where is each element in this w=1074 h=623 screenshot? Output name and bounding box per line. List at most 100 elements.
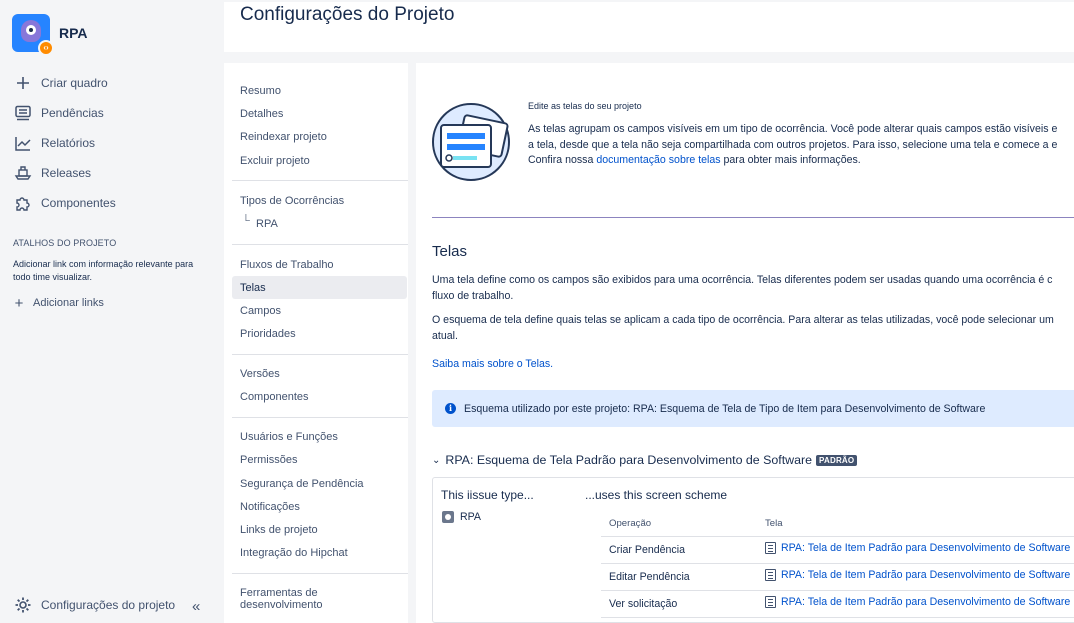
paragraph-line: O esquema de tela define quais telas se … [432, 314, 1054, 326]
screen-link-label: RPA: Tela de Item Padrão para Desenvolvi… [781, 596, 1071, 608]
nav-divider [232, 180, 408, 181]
gear-icon [15, 597, 31, 613]
table-header-row: Operação Tela [601, 511, 1074, 536]
settings-link-campos[interactable]: Campos [240, 305, 281, 317]
screen-link[interactable]: RPA: Tela de Item Padrão para Desenvolvi… [765, 569, 1070, 581]
collapse-sidebar-button[interactable]: « [192, 598, 201, 615]
sidebar-item-label: Criar quadro [41, 76, 108, 90]
plus-icon: + [14, 294, 24, 312]
sidebar-item-label: Componentes [41, 196, 116, 210]
top-border [224, 0, 1074, 2]
screen-scheme-column-title: ...uses this screen scheme [585, 488, 728, 502]
intro-text-suffix: para obter mais informações. [720, 154, 861, 166]
screen-icon [765, 569, 776, 581]
backlog-icon [12, 104, 34, 122]
sidebar-item-releases[interactable]: Releases [12, 158, 212, 188]
screen-link-label: RPA: Tela de Item Padrão para Desenvolvi… [781, 569, 1071, 581]
intro-text: As telas agrupam os campos visíveis em u… [528, 122, 1074, 169]
sidebar-item-relatorios[interactable]: Relatórios [12, 128, 212, 158]
settings-link-componentes[interactable]: Componentes [240, 391, 309, 403]
operation-cell: Criar Pendência [601, 536, 757, 564]
settings-link-hipchat[interactable]: Integração do Hipchat [240, 547, 348, 559]
settings-link-links-projeto[interactable]: Links de projeto [240, 524, 318, 536]
code-badge-icon: ‹› [38, 40, 54, 56]
nav-divider [232, 244, 408, 245]
paragraph-line: Uma tela define como os campos são exibi… [432, 274, 1053, 286]
table-row: Ver solicitação RPA: Tela de Item Padrão… [601, 590, 1074, 618]
issue-type-label: RPA [460, 511, 481, 523]
settings-link-permissoes[interactable]: Permissões [240, 454, 297, 466]
issue-type-item: RPA [442, 511, 481, 523]
intro-line: a tela, desde que a tela não seja compar… [528, 138, 1058, 151]
settings-link-notificacoes[interactable]: Notificações [240, 501, 300, 513]
settings-link-versoes[interactable]: Versões [240, 368, 280, 380]
project-avatar: ‹› [12, 14, 54, 56]
intro-line: As telas agrupam os campos visíveis em u… [528, 123, 1058, 135]
intro-text-prefix: Confira nossa [528, 154, 597, 166]
screen-cell: RPA: Tela de Item Padrão para Desenvolvi… [757, 563, 1074, 591]
settings-link-reindexar[interactable]: Reindexar projeto [240, 131, 327, 143]
reports-icon [12, 134, 34, 152]
scheme-header: ⌄ RPA: Esquema de Tela Padrão para Desen… [432, 453, 858, 467]
settings-link-ferramentas[interactable]: Ferramentas de desenvolvimento [240, 587, 350, 611]
sidebar-item-label: Relatórios [41, 136, 96, 150]
section-divider [432, 217, 1074, 218]
sidebar-item-criar-quadro[interactable]: Criar quadro [12, 68, 212, 98]
project-settings-link[interactable]: Configurações do projeto [14, 596, 214, 614]
settings-link-rpa[interactable]: RPA [256, 218, 278, 230]
chevron-down-icon[interactable]: ⌄ [432, 455, 440, 466]
settings-link-excluir[interactable]: Excluir projeto [240, 155, 310, 167]
settings-nav: Resumo Detalhes Reindexar projeto Exclui… [224, 63, 415, 623]
column-header-screen: Tela [765, 517, 783, 529]
screens-illustration-icon [432, 103, 510, 181]
issue-type-icon [442, 511, 454, 523]
table-row: Editar Pendência RPA: Tela de Item Padrã… [601, 563, 1074, 591]
sidebar-item-label: Pendências [41, 106, 104, 120]
tree-branch-icon: └ [242, 215, 250, 227]
screen-link[interactable]: RPA: Tela de Item Padrão para Desenvolvi… [765, 542, 1070, 554]
project-nav: Criar quadro Pendências Relatórios Relea… [12, 68, 212, 218]
scheme-title: RPA: Esquema de Tela Padrão para Desenvo… [445, 453, 813, 467]
main-content: Edite as telas do seu projeto As telas a… [416, 63, 1074, 623]
sidebar-item-pendencias[interactable]: Pendências [12, 98, 212, 128]
shortcuts-description: Adicionar link com informação relevante … [13, 259, 194, 282]
issue-type-column-title: This iissue type... [441, 488, 534, 502]
info-icon: i [445, 403, 456, 414]
learn-more-link[interactable]: Saiba mais sobre o Telas. [432, 358, 553, 370]
operations-table: Operação Tela Criar Pendência RPA: Tela … [601, 511, 1074, 618]
project-settings-label: Configurações do projeto [41, 598, 176, 612]
operation-cell: Editar Pendência [601, 563, 757, 591]
settings-link-seguranca[interactable]: Segurança de Pendência [240, 478, 364, 490]
info-message: i Esquema utilizado por este projeto: RP… [432, 390, 1074, 427]
settings-link-telas[interactable]: Telas [240, 282, 266, 294]
settings-link-detalhes[interactable]: Detalhes [240, 108, 283, 120]
nav-divider [232, 354, 408, 355]
screen-cell: RPA: Tela de Item Padrão para Desenvolvi… [757, 536, 1074, 564]
operation-cell: Ver solicitação [601, 590, 757, 618]
shortcuts-title: ATALHOS DO PROJETO [13, 238, 117, 248]
sidebar-item-label: Releases [41, 166, 92, 180]
screen-link[interactable]: RPA: Tela de Item Padrão para Desenvolvi… [765, 596, 1070, 608]
paragraph-line: fluxo de trabalho. [432, 289, 514, 302]
settings-link-tipos-ocorrencias[interactable]: Tipos de Ocorrências [240, 195, 344, 207]
documentation-link[interactable]: documentação sobre telas [596, 154, 720, 166]
screens-description: Uma tela define como os campos são exibi… [432, 273, 1074, 304]
column-header-operation: Operação [609, 517, 652, 529]
page-title: Configurações do Projeto [240, 4, 455, 25]
settings-link-prioridades[interactable]: Prioridades [240, 328, 296, 340]
project-header[interactable]: ‹› RPA [12, 14, 88, 56]
settings-link-fluxos[interactable]: Fluxos de Trabalho [240, 259, 334, 271]
settings-link-usuarios[interactable]: Usuários e Funções [240, 431, 338, 443]
puzzle-icon [12, 194, 34, 212]
screen-icon [765, 542, 776, 554]
screen-icon [765, 596, 776, 608]
settings-link-resumo[interactable]: Resumo [240, 85, 281, 97]
add-links-button[interactable]: + Adicionar links [12, 294, 104, 312]
screen-cell: RPA: Tela de Item Padrão para Desenvolvi… [757, 590, 1074, 618]
table-row: Criar Pendência RPA: Tela de Item Padrão… [601, 536, 1074, 564]
intro-line: Confira nossa documentação sobre telas p… [528, 153, 1074, 169]
sidebar-item-componentes[interactable]: Componentes [12, 188, 212, 218]
nav-divider [232, 417, 408, 418]
column-gutter [408, 63, 416, 623]
add-links-label: Adicionar links [33, 297, 104, 309]
